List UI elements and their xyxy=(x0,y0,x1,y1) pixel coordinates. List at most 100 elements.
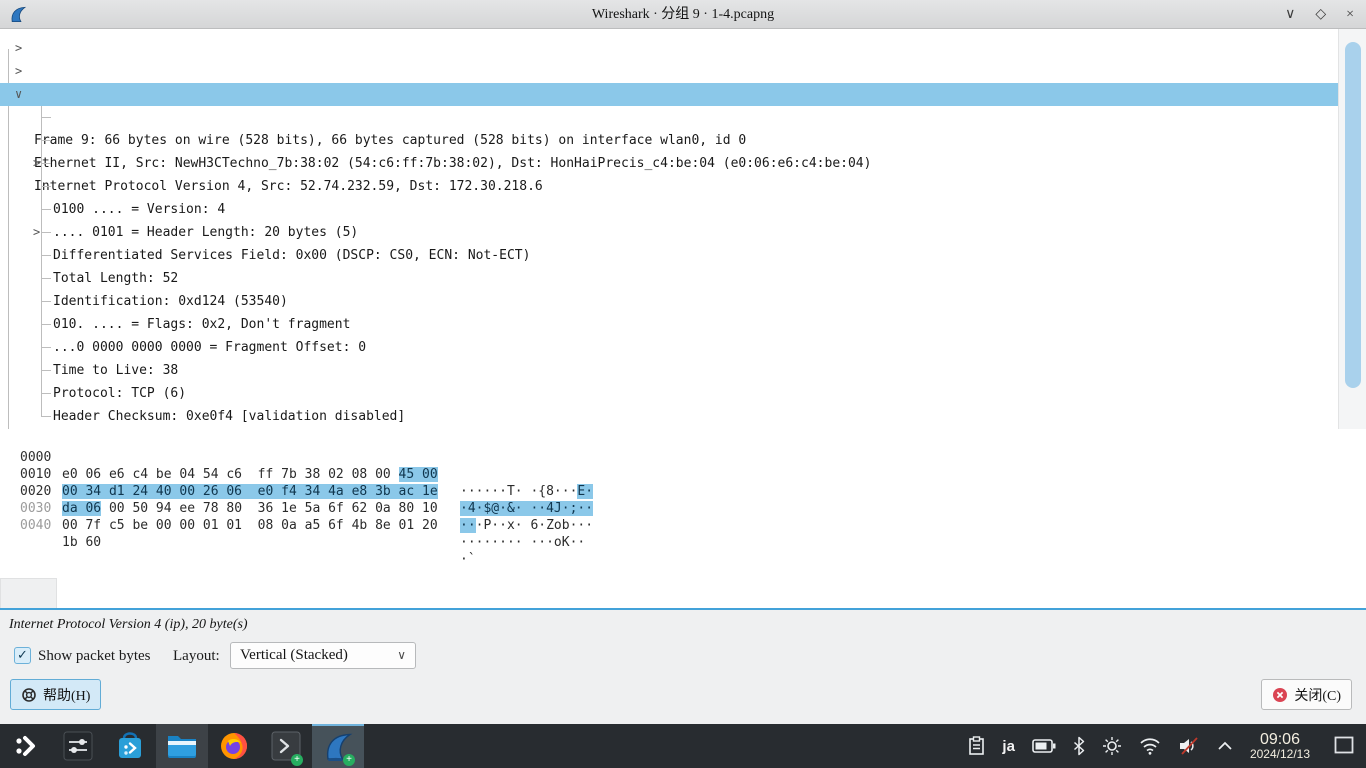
firefox-button[interactable] xyxy=(208,724,260,768)
ascii-bytes[interactable]: ·` xyxy=(460,551,476,568)
tree-guide-tick xyxy=(41,209,51,210)
wireshark-task-button[interactable]: + xyxy=(312,724,364,768)
lifebuoy-help-icon xyxy=(21,687,37,703)
badge-icon: + xyxy=(343,754,355,766)
hex-bytes[interactable]: 1b 60 xyxy=(62,534,101,551)
help-button-label: 帮助(H) xyxy=(43,685,90,705)
tree-guide-tick xyxy=(41,255,51,256)
tree-row[interactable]: [Header checksum status: Unverified] xyxy=(0,336,1338,359)
wifi-icon[interactable] xyxy=(1139,737,1161,755)
show-packet-bytes-checkbox[interactable]: ✓ xyxy=(14,647,31,664)
layout-dropdown-value: Vertical (Stacked) xyxy=(240,647,348,663)
status-text: Internet Protocol Version 4 (ip), 20 byt… xyxy=(9,617,248,633)
packet-detail-pane: > Frame 9: 66 bytes on wire (528 bits), … xyxy=(0,29,1366,429)
hex-row[interactable]: 0030 00 7f c5 be 00 00 01 01 08 0a a5 6f… xyxy=(0,483,1366,500)
tree-guide-tick xyxy=(41,347,51,348)
tree-row[interactable]: Source Address: 52.74.232.59 xyxy=(0,359,1338,382)
tree-row[interactable]: > 010. .... = Flags: 0x2, Don't fragment xyxy=(0,221,1338,244)
ascii-bytes[interactable]: ········ ···oK·· xyxy=(460,534,585,551)
hex-offset: 0040 xyxy=(20,517,51,534)
battery-icon[interactable] xyxy=(1032,739,1056,753)
tree-row[interactable]: Identification: 0xd124 (53540) xyxy=(0,198,1338,221)
tree-guide-tick xyxy=(41,278,51,279)
show-packet-bytes-label[interactable]: Show packet bytes xyxy=(38,645,150,667)
tree-guide-tick xyxy=(41,140,51,141)
hex-row[interactable]: 0000 e0 06 e6 c4 be 04 54 c6 ff 7b 38 02… xyxy=(0,432,1366,449)
tree-row[interactable]: > Differentiated Services Field: 0x00 (D… xyxy=(0,152,1338,175)
taskbar: + + ja xyxy=(0,724,1366,768)
titlebar: Wireshark · 分组 9 · 1-4.pcapng ∨ ◇ × xyxy=(0,0,1366,29)
tree-row[interactable]: Destination Address: 172.30.218.6 xyxy=(0,382,1338,405)
layout-label: Layout: xyxy=(173,645,220,667)
hex-row[interactable]: 0010 00 34 d1 24 40 00 26 06 e0 f4 34 4a… xyxy=(0,449,1366,466)
badge-icon: + xyxy=(291,754,303,766)
minimize-button[interactable]: ∨ xyxy=(1285,8,1295,22)
help-button[interactable]: 帮助(H) xyxy=(10,679,101,710)
brightness-icon[interactable] xyxy=(1102,736,1122,756)
clock[interactable]: 09:06 2024/12/13 xyxy=(1250,731,1310,762)
tree-guide-tick xyxy=(41,186,51,187)
tree-guide-tick xyxy=(41,416,51,417)
terminal-button[interactable]: + xyxy=(260,724,312,768)
expander-icon[interactable]: > xyxy=(33,152,40,175)
tree-guide-tick xyxy=(41,163,51,164)
settings-button[interactable] xyxy=(52,724,104,768)
tree-row[interactable]: > Frame 9: 66 bytes on wire (528 bits), … xyxy=(0,37,1338,60)
chevron-up-icon[interactable] xyxy=(1217,741,1233,751)
tree-row[interactable]: ...0 0000 0000 0000 = Fragment Offset: 0 xyxy=(0,244,1338,267)
packet-bytes-pane: 0000 e0 06 e6 c4 be 04 54 c6 ff 7b 38 02… xyxy=(0,429,1366,608)
tree-guide-tick xyxy=(41,232,51,233)
settings-sliders-icon xyxy=(63,731,93,761)
layout-dropdown[interactable]: Vertical (Stacked) ∨ xyxy=(230,642,416,669)
firefox-icon xyxy=(219,731,249,761)
discover-button[interactable] xyxy=(104,724,156,768)
selected-ascii: ·· xyxy=(460,518,476,533)
dialog-footer: Internet Protocol Version 4 (ip), 20 byt… xyxy=(0,610,1366,724)
discover-icon xyxy=(115,731,145,761)
hex-row[interactable]: 0040 1b 60 ·` xyxy=(0,500,1366,517)
folder-icon xyxy=(166,732,198,760)
tree-row[interactable]: .... 0101 = Header Length: 20 bytes (5) xyxy=(0,129,1338,152)
close-window-button[interactable]: × xyxy=(1346,8,1354,22)
hex-row[interactable]: 0020 da 06 00 50 94 ee 78 80 36 1e 5a 6f… xyxy=(0,466,1366,483)
window-title: Wireshark · 分组 9 · 1-4.pcapng xyxy=(0,0,1366,29)
tree-scrollbar[interactable] xyxy=(1338,29,1366,429)
tree-row[interactable]: Protocol: TCP (6) xyxy=(0,290,1338,313)
hexdump: 0000 e0 06 e6 c4 be 04 54 c6 ff 7b 38 02… xyxy=(0,429,1366,517)
tree-row[interactable]: Time to Live: 38 xyxy=(0,267,1338,290)
tree-row[interactable]: Header Checksum: 0xe0f4 [validation disa… xyxy=(0,313,1338,336)
expander-icon[interactable]: > xyxy=(15,37,22,60)
tree-row[interactable]: Total Length: 52 xyxy=(0,175,1338,198)
tree-scrollbar-thumb[interactable] xyxy=(1345,42,1361,388)
ascii-bytes[interactable]: ···P··x· 6·Zob··· xyxy=(460,517,593,534)
app-launcher-button[interactable] xyxy=(0,724,52,768)
bluetooth-icon[interactable] xyxy=(1073,736,1085,756)
bytes-source-tab[interactable] xyxy=(0,578,57,608)
tree-guide-tick xyxy=(41,117,51,118)
clipboard-icon[interactable] xyxy=(968,736,985,756)
close-circle-icon xyxy=(1272,687,1288,703)
expander-icon[interactable]: ∨ xyxy=(15,83,22,106)
show-desktop-icon[interactable] xyxy=(1334,736,1354,754)
app-launcher-icon xyxy=(13,733,39,759)
close-dialog-button[interactable]: 关闭(C) xyxy=(1261,679,1352,710)
file-manager-button[interactable] xyxy=(156,724,208,768)
expander-icon[interactable]: > xyxy=(33,221,40,244)
maximize-button[interactable]: ◇ xyxy=(1315,8,1326,22)
chevron-down-icon: ∨ xyxy=(397,643,406,668)
tree-row[interactable]: 0100 .... = Version: 4 xyxy=(0,106,1338,129)
tree-guide-tick xyxy=(41,393,51,394)
close-dialog-label: 关闭(C) xyxy=(1294,685,1341,705)
input-method-indicator[interactable]: ja xyxy=(1002,738,1015,755)
hex-bytes[interactable]: 00 7f c5 be 00 00 01 01 08 0a a5 6f 4b 8… xyxy=(62,517,438,534)
clock-date: 2024/12/13 xyxy=(1250,748,1310,761)
tree-row[interactable]: > Ethernet II, Src: NewH3CTechno_7b:38:0… xyxy=(0,60,1338,83)
tree-row[interactable]: [Stream index: 1] xyxy=(0,405,1338,428)
volume-muted-icon[interactable] xyxy=(1178,736,1200,756)
tree-guide-tick xyxy=(41,324,51,325)
clock-time: 09:06 xyxy=(1250,731,1310,749)
tree-row[interactable]: ∨ Internet Protocol Version 4, Src: 52.7… xyxy=(0,83,1338,106)
tree-guide-tick xyxy=(41,370,51,371)
packet-tree: > Frame 9: 66 bytes on wire (528 bits), … xyxy=(0,37,1338,428)
expander-icon[interactable]: > xyxy=(15,60,22,83)
